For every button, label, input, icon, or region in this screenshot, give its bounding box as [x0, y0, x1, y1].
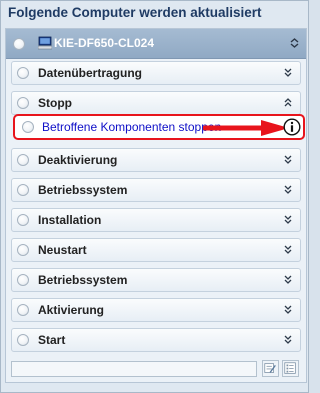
step-radio[interactable]	[17, 244, 29, 256]
computer-icon	[38, 36, 52, 50]
computer-header[interactable]: KIE-DF650-CL024	[6, 29, 306, 59]
computer-name: KIE-DF650-CL024	[54, 36, 155, 50]
chevron-up-icon[interactable]	[284, 98, 292, 108]
dialog-title: Folgende Computer werden aktualisiert	[8, 5, 262, 20]
step-radio[interactable]	[17, 97, 29, 109]
chevron-down-icon[interactable]	[284, 155, 292, 165]
substep-label: Betroffene Komponenten stoppen	[42, 120, 222, 134]
filter-input[interactable]	[11, 361, 257, 377]
step-row[interactable]: Neustart	[11, 238, 301, 262]
chevron-down-icon[interactable]	[284, 275, 292, 285]
chevron-down-icon[interactable]	[284, 68, 292, 78]
substep-row-stop-components[interactable]: Betroffene Komponenten stoppen	[13, 114, 305, 140]
update-dialog: Folgende Computer werden aktualisiert KI…	[0, 0, 309, 393]
step-radio[interactable]	[17, 304, 29, 316]
substep-radio[interactable]	[22, 121, 34, 133]
step-row[interactable]: Deaktivierung	[11, 148, 301, 172]
step-label: Aktivierung	[38, 303, 105, 317]
step-label: Neustart	[38, 243, 87, 257]
step-radio[interactable]	[17, 334, 29, 346]
computer-panel: KIE-DF650-CL024 Datenübertragung Stopp Dea…	[5, 28, 307, 383]
step-radio[interactable]	[17, 214, 29, 226]
step-row[interactable]: Datenübertragung	[11, 61, 301, 85]
step-row[interactable]: Stopp	[11, 91, 301, 115]
step-row[interactable]: Betriebssystem	[11, 268, 301, 292]
chevron-down-icon[interactable]	[284, 215, 292, 225]
step-label: Deaktivierung	[38, 153, 118, 167]
edit-list-icon[interactable]	[262, 360, 279, 377]
step-label: Start	[38, 333, 66, 347]
chevron-down-icon[interactable]	[284, 305, 292, 315]
expand-collapse-icon[interactable]	[290, 37, 299, 49]
info-icon[interactable]	[283, 118, 301, 136]
step-row[interactable]: Aktivierung	[11, 298, 301, 322]
chevron-down-icon[interactable]	[284, 335, 292, 345]
step-label: Datenübertragung	[38, 66, 143, 80]
step-label: Installation	[38, 213, 102, 227]
step-label: Stopp	[38, 96, 72, 110]
step-row[interactable]: Start	[11, 328, 301, 352]
computer-radio[interactable]	[13, 38, 25, 50]
step-label: Betriebssystem	[38, 273, 128, 287]
step-row[interactable]: Installation	[11, 208, 301, 232]
chevron-down-icon[interactable]	[284, 245, 292, 255]
annotation-arrow	[203, 120, 289, 136]
step-row[interactable]: Betriebssystem	[11, 178, 301, 202]
checklist-icon[interactable]	[282, 360, 299, 377]
step-radio[interactable]	[17, 184, 29, 196]
step-radio[interactable]	[17, 67, 29, 79]
step-label: Betriebssystem	[38, 183, 128, 197]
step-radio[interactable]	[17, 274, 29, 286]
chevron-down-icon[interactable]	[284, 185, 292, 195]
step-radio[interactable]	[17, 154, 29, 166]
